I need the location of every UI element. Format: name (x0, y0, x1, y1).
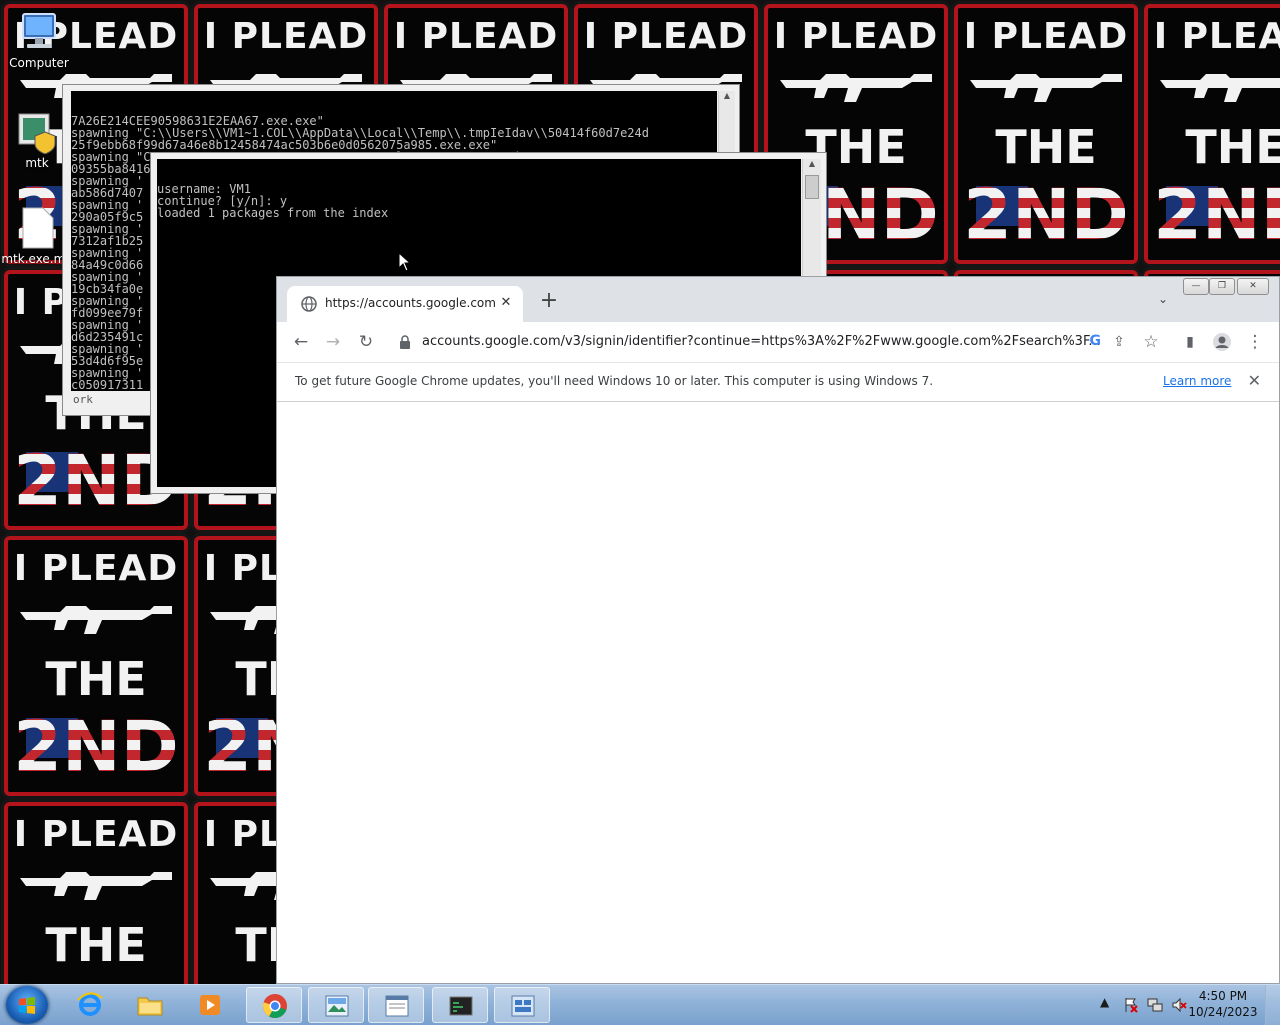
new-tab-icon[interactable]: + (537, 290, 561, 314)
console-line: loaded 1 packages from the index (157, 206, 389, 220)
wallpaper-text-line1: I PLEAD (963, 16, 1129, 57)
tab-title: https://accounts.google.com/v3/ (325, 296, 495, 310)
taskbar-network-tool[interactable] (494, 987, 550, 1023)
rifle-silhouette-icon (1160, 74, 1280, 102)
wallpaper-text-line1: I PLEAD (773, 16, 939, 57)
taskbar: ▲ 4:50 PM 10/24/2023 (0, 984, 1280, 1025)
chrome-icon (263, 994, 287, 1018)
image-viewer-icon (325, 995, 349, 1017)
tab-search-chevron-icon[interactable]: ⌄ (1153, 292, 1173, 312)
wallpaper-text-line2: THE (45, 652, 147, 706)
rifle-silhouette-icon (780, 74, 932, 102)
clock-date: 10/24/2023 (1188, 1005, 1258, 1019)
wallpaper-text-line2: THE (995, 120, 1097, 174)
tray-overflow-chevron-icon[interactable]: ▲ (1100, 995, 1109, 1009)
back-arrow-icon[interactable]: ← (289, 330, 313, 354)
wallpaper-text-line3: 2ND (8, 710, 184, 784)
rifle-silhouette-icon (20, 606, 172, 634)
console-lines: username: VM1 continue? [y/n]: y loaded 1 … (157, 183, 801, 219)
wallpaper-text-line3: 2ND (958, 178, 1134, 252)
wallpaper-tile: I PLEAD THE2ND (4, 536, 188, 796)
document-window-icon (385, 995, 409, 1017)
learn-more-link[interactable]: Learn more (1163, 374, 1231, 388)
wallpaper-text-line1: I PLEAD (13, 548, 179, 589)
chrome-window[interactable]: https://accounts.google.com/v3/ ✕ + ⌄ — … (276, 276, 1280, 984)
taskbar-terminal[interactable] (432, 987, 488, 1023)
media-player-icon (200, 995, 220, 1015)
folder-icon (137, 997, 163, 1016)
reload-icon[interactable]: ↻ (354, 330, 378, 354)
update-infobar: To get future Google Chrome updates, you… (277, 363, 1279, 402)
network-icon[interactable] (1147, 997, 1163, 1013)
desktop-icon-label: Computer (9, 56, 69, 70)
tab-close-icon[interactable]: ✕ (497, 294, 515, 312)
globe-icon (301, 296, 317, 312)
wallpaper-text-line2: THE (45, 918, 147, 972)
page-content[interactable] (277, 402, 1279, 983)
scroll-up-arrow-icon[interactable]: ▲ (719, 91, 735, 105)
action-center-flag-icon[interactable] (1123, 997, 1139, 1013)
share-icon[interactable]: ⇪ (1107, 330, 1131, 354)
start-button[interactable] (6, 986, 48, 1024)
infobar-message: To get future Google Chrome updates, you… (295, 374, 934, 388)
wallpaper-tile: I PLEAD THE2ND (954, 4, 1138, 264)
side-panel-icon[interactable]: ▮ (1178, 330, 1202, 354)
windows-logo-icon (19, 997, 35, 1014)
scroll-thumb[interactable] (805, 175, 819, 199)
taskbar-media-player[interactable] (182, 987, 238, 1023)
menu-kebab-icon[interactable]: ⋮ (1243, 330, 1267, 354)
tab-strip: https://accounts.google.com/v3/ ✕ + ⌄ — … (277, 277, 1279, 322)
console-footer-text: ork (73, 393, 93, 406)
wallpaper-tile: I PLEAD THE2ND (1144, 4, 1280, 264)
wallpaper-text-line1: I PLEAD (583, 16, 749, 57)
infobar-close-icon[interactable]: ✕ (1248, 371, 1261, 390)
close-window-button[interactable]: ✕ (1237, 278, 1269, 295)
forward-arrow-icon[interactable]: → (321, 330, 345, 354)
wallpaper-text-line1: I PLEAD (393, 16, 559, 57)
wallpaper-text-line3: 2ND (8, 976, 184, 984)
google-lens-icon[interactable]: G (1090, 333, 1102, 349)
rifle-silhouette-icon (20, 872, 172, 900)
computer-icon (17, 10, 61, 54)
address-bar[interactable]: accounts.google.com/v3/signin/identifier… (391, 327, 1101, 357)
clock-time: 4:50 PM (1198, 989, 1248, 1003)
wallpaper-text-line3: 2ND (1148, 178, 1280, 252)
bookmark-star-icon[interactable]: ☆ (1139, 330, 1163, 354)
wallpaper-text-line1: I PLEAD (1153, 16, 1280, 57)
url-text: accounts.google.com/v3/signin/identifier… (422, 334, 1101, 349)
wallpaper-text-line1: I PLEAD (13, 814, 179, 855)
wallpaper-tile: I PLEAD THE 2ND (4, 802, 188, 984)
minimize-button[interactable]: — (1183, 278, 1209, 295)
taskbar-document[interactable] (368, 987, 424, 1023)
scroll-up-arrow-icon[interactable]: ▲ (803, 159, 821, 173)
profile-avatar-icon[interactable] (1210, 330, 1234, 354)
show-desktop-button[interactable] (1265, 985, 1280, 1025)
network-tool-icon (511, 995, 535, 1017)
taskbar-ie[interactable] (62, 987, 118, 1023)
file-icon (17, 206, 57, 250)
installer-icon (15, 110, 59, 155)
volume-muted-icon[interactable] (1171, 997, 1187, 1013)
wallpaper-text-line2: THE (1185, 120, 1280, 174)
maximize-button[interactable]: ❐ (1209, 278, 1235, 295)
rifle-silhouette-icon (970, 74, 1122, 102)
lock-icon (400, 335, 410, 349)
internet-explorer-icon (77, 992, 103, 1016)
mouse-cursor-icon (398, 252, 412, 272)
taskbar-chrome[interactable] (246, 987, 302, 1023)
terminal-icon (449, 996, 473, 1016)
wallpaper-text-line1: I PLEAD (203, 16, 369, 57)
desktop-icon-computer[interactable]: Computer (2, 10, 76, 70)
browser-tab[interactable]: https://accounts.google.com/v3/ ✕ (287, 286, 523, 322)
taskbar-image-viewer[interactable] (308, 987, 364, 1023)
taskbar-explorer[interactable] (122, 987, 178, 1023)
browser-toolbar: ← → ↻ accounts.google.com/v3/signin/iden… (277, 322, 1279, 363)
system-clock[interactable]: 4:50 PM 10/24/2023 (1188, 988, 1258, 1020)
